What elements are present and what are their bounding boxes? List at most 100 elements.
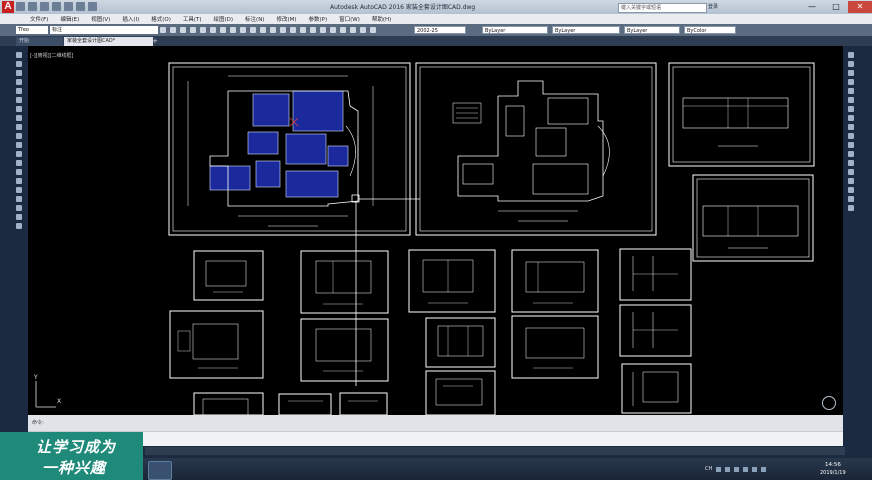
point-icon[interactable] xyxy=(16,169,22,175)
lineweight-select[interactable]: ByLayer xyxy=(624,26,680,34)
menu-modify[interactable]: 修改(M) xyxy=(276,15,296,23)
insert-block-icon[interactable] xyxy=(16,151,22,157)
color-select[interactable]: ByLayer xyxy=(482,26,548,34)
tray-app-icon[interactable] xyxy=(725,466,731,472)
copy-tool-icon[interactable] xyxy=(848,61,854,67)
textstyle-select[interactable]: 2002-25 xyxy=(414,26,466,34)
menu-edit[interactable]: 编辑(E) xyxy=(60,15,79,23)
array-icon[interactable] xyxy=(848,88,854,94)
line-tool-icon[interactable] xyxy=(16,52,22,58)
clock-time[interactable]: 14:56 xyxy=(825,462,841,468)
rectangle-tool-icon[interactable] xyxy=(16,88,22,94)
drawing-canvas[interactable] xyxy=(28,46,843,416)
menu-insert[interactable]: 插入(I) xyxy=(122,15,139,23)
mirror-icon[interactable] xyxy=(300,27,306,33)
detail-sheet[interactable] xyxy=(300,318,389,382)
viewport-controls[interactable]: [-][俯视][二维线框] xyxy=(30,52,74,59)
tray-app-icon[interactable] xyxy=(734,466,740,472)
command-line[interactable] xyxy=(28,415,843,431)
scale-icon[interactable] xyxy=(310,27,316,33)
save-icon[interactable] xyxy=(40,2,49,11)
extend-icon[interactable] xyxy=(330,27,336,33)
open-file-icon[interactable] xyxy=(28,2,37,11)
table-icon[interactable] xyxy=(16,205,22,211)
flag-icon[interactable] xyxy=(761,466,767,472)
menu-dimension[interactable]: 标注(N) xyxy=(245,15,264,23)
region-icon[interactable] xyxy=(16,196,22,202)
dimension-icon[interactable] xyxy=(260,27,266,33)
tab-drawing[interactable]: 家装全套设计图CAD* xyxy=(64,37,153,46)
menu-file[interactable]: 文件(F) xyxy=(30,15,48,23)
detail-sheet[interactable] xyxy=(339,392,388,416)
properties-icon[interactable] xyxy=(848,196,854,202)
mirror-tool-icon[interactable] xyxy=(848,70,854,76)
new-tab-button[interactable]: + xyxy=(152,37,160,46)
move-tool-icon[interactable] xyxy=(848,97,854,103)
network-icon[interactable] xyxy=(743,466,749,472)
volume-icon[interactable] xyxy=(752,466,758,472)
sheet-ceiling-plan[interactable] xyxy=(415,62,657,236)
hatch-icon[interactable] xyxy=(240,27,246,33)
layer-select[interactable]: 标注 xyxy=(50,26,158,34)
minimize-button[interactable]: — xyxy=(800,1,824,13)
close-button[interactable]: ✕ xyxy=(848,1,872,13)
trim-tool-icon[interactable] xyxy=(848,133,854,139)
spline-icon[interactable] xyxy=(16,124,22,130)
offset-tool-icon[interactable] xyxy=(848,79,854,85)
detail-sheet[interactable] xyxy=(408,249,496,313)
sheet-elevation-2[interactable] xyxy=(692,174,814,262)
layer-state-icon[interactable] xyxy=(170,27,176,33)
layer-properties-icon[interactable] xyxy=(160,27,166,33)
polyline-tool-icon[interactable] xyxy=(16,70,22,76)
fillet-icon[interactable] xyxy=(350,27,356,33)
polygon-icon[interactable] xyxy=(16,79,22,85)
taskbar-explorer-icon[interactable] xyxy=(148,461,172,480)
explode-tool-icon[interactable] xyxy=(848,187,854,193)
break-icon[interactable] xyxy=(848,151,854,157)
copy-icon[interactable] xyxy=(280,27,286,33)
hatch-tool-icon[interactable] xyxy=(16,178,22,184)
text-icon[interactable] xyxy=(250,27,256,33)
menu-draw[interactable]: 绘图(D) xyxy=(214,15,234,23)
rectangle-icon[interactable] xyxy=(230,27,236,33)
arc-icon[interactable] xyxy=(220,27,226,33)
maximize-button[interactable]: □ xyxy=(824,1,848,13)
autocad-logo-icon[interactable]: A xyxy=(2,1,14,13)
tab-start[interactable]: 开始 xyxy=(16,37,63,46)
tray-app-icon[interactable] xyxy=(716,466,722,472)
linetype-select[interactable]: ByLayer xyxy=(552,26,620,34)
new-file-icon[interactable] xyxy=(16,2,25,11)
match-properties-icon[interactable] xyxy=(848,205,854,211)
detail-sheet[interactable] xyxy=(300,250,389,314)
menu-parametric[interactable]: 参数(P) xyxy=(309,15,328,23)
sign-in-button[interactable]: 登录 xyxy=(708,3,752,11)
undo-icon[interactable] xyxy=(76,2,85,11)
print-icon[interactable] xyxy=(64,2,73,11)
fillet-tool-icon[interactable] xyxy=(848,178,854,184)
navigation-wheel-icon[interactable] xyxy=(822,396,836,410)
chamfer-icon[interactable] xyxy=(848,169,854,175)
move-icon[interactable] xyxy=(270,27,276,33)
horizontal-scrollbar[interactable] xyxy=(145,447,845,455)
plotstyle-select[interactable]: ByColor xyxy=(684,26,736,34)
add-selected-icon[interactable] xyxy=(16,223,22,229)
explode-icon[interactable] xyxy=(360,27,366,33)
menu-tools[interactable]: 工具(T) xyxy=(183,15,202,23)
menu-view[interactable]: 视图(V) xyxy=(91,15,110,23)
detail-sheet[interactable] xyxy=(278,393,332,416)
join-icon[interactable] xyxy=(848,160,854,166)
rotate-icon[interactable] xyxy=(290,27,296,33)
workspace-select[interactable]: Tfeo xyxy=(16,26,48,34)
extend-tool-icon[interactable] xyxy=(848,142,854,148)
match-layer-icon[interactable] xyxy=(180,27,186,33)
detail-sheet[interactable] xyxy=(619,248,692,301)
offset-icon[interactable] xyxy=(340,27,346,33)
stretch-icon[interactable] xyxy=(848,124,854,130)
gradient-icon[interactable] xyxy=(16,187,22,193)
redo-icon[interactable] xyxy=(88,2,97,11)
detail-sheet[interactable] xyxy=(425,370,496,416)
menu-format[interactable]: 格式(O) xyxy=(151,15,171,23)
circle-tool-icon[interactable] xyxy=(16,106,22,112)
line-icon[interactable] xyxy=(190,27,196,33)
arc-tool-icon[interactable] xyxy=(16,97,22,103)
